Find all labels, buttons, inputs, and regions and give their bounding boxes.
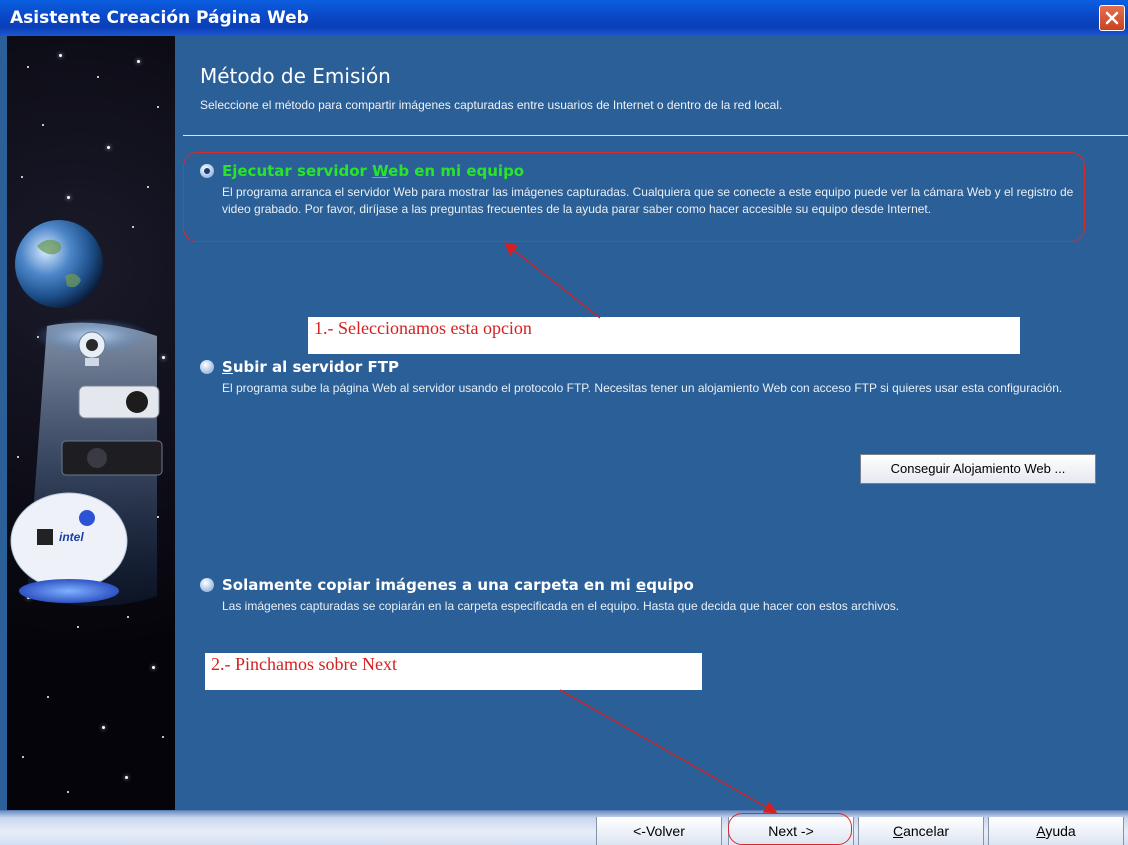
radio-ftp[interactable]	[200, 360, 214, 374]
cancel-button[interactable]: Cancelar	[858, 817, 984, 845]
option-copy-folder[interactable]: Solamente copiar imágenes a una carpeta …	[200, 576, 1100, 636]
page-subtitle: Seleccione el método para compartir imág…	[200, 98, 783, 112]
title-bar: Asistente Creación Página Web	[0, 0, 1128, 36]
annotation-step-1: 1.- Seleccionamos esta opcion	[308, 317, 1020, 354]
close-icon	[1105, 11, 1119, 25]
option-ftp[interactable]: Subir al servidor FTP El programa sube l…	[200, 358, 1100, 418]
back-button[interactable]: <-Volver	[596, 817, 722, 845]
window-title: Asistente Creación Página Web	[10, 8, 309, 28]
option-ftp-label: Subir al servidor FTP	[222, 358, 400, 376]
option-copy-folder-label: Solamente copiar imágenes a una carpeta …	[222, 576, 694, 594]
annotation-step-2: 2.- Pinchamos sobre Next	[205, 653, 702, 690]
wizard-button-bar: <-Volver Next -> Cancelar Ayuda	[0, 810, 1128, 845]
radio-copy-folder[interactable]	[200, 578, 214, 592]
option-copy-folder-description: Las imágenes capturadas se copiarán en l…	[222, 599, 900, 613]
get-hosting-button[interactable]: Conseguir Alojamiento Web ...	[860, 454, 1096, 484]
intel-logo: intel	[59, 530, 84, 544]
annotation-highlight-option	[183, 152, 1085, 242]
option-ftp-description: El programa sube la página Web al servid…	[222, 381, 1063, 395]
side-banner-image: intel	[7, 36, 175, 810]
help-button[interactable]: Ayuda	[988, 817, 1124, 845]
page-title: Método de Emisión	[200, 64, 391, 88]
wizard-window: Asistente Creación Página Web intel Méto…	[0, 0, 1128, 845]
close-button[interactable]	[1099, 5, 1125, 31]
annotation-highlight-next	[728, 813, 852, 845]
header-divider	[183, 135, 1128, 136]
